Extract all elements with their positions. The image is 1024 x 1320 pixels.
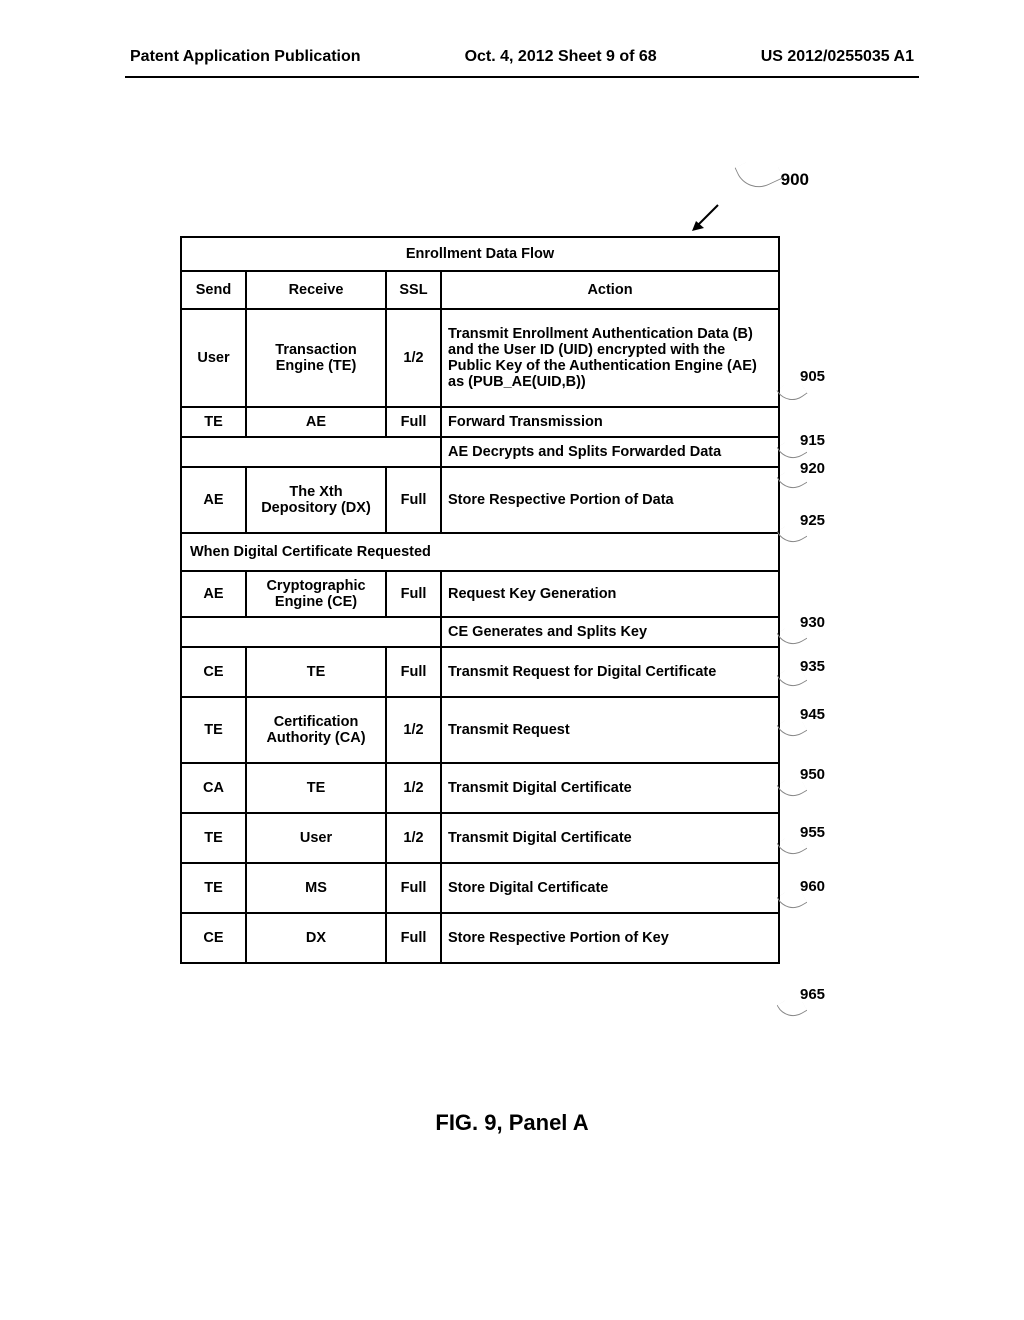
table-title: Enrollment Data Flow — [181, 237, 779, 271]
table-cell: Store Respective Portion of Key — [441, 913, 779, 963]
table-cell: Transmit Request for Digital Certificate — [441, 647, 779, 697]
table-cell: 1/2 — [386, 813, 441, 863]
callout-925: 925 — [800, 512, 825, 529]
table-cell: DX — [246, 913, 386, 963]
col-receive: Receive — [246, 271, 386, 309]
header-center: Oct. 4, 2012 Sheet 9 of 68 — [465, 48, 657, 66]
header-right: US 2012/0255035 A1 — [761, 48, 914, 66]
table-cell: Store Digital Certificate — [441, 863, 779, 913]
table-cell: CE — [181, 913, 246, 963]
figure-number: 900 — [781, 170, 809, 190]
callout-930: 930 — [800, 614, 825, 631]
table-cell: Store Respective Portion of Data — [441, 467, 779, 533]
callout-945: 945 — [800, 706, 825, 723]
table-cell: Transmit Enrollment Authentication Data … — [441, 309, 779, 407]
figure-caption: FIG. 9, Panel A — [0, 1110, 1024, 1136]
table-cell: CE Generates and Splits Key — [441, 617, 779, 647]
col-action: Action — [441, 271, 779, 309]
table-cell: AE — [181, 571, 246, 617]
table-cell: TE — [181, 863, 246, 913]
table-cell: Full — [386, 407, 441, 437]
callout-905: 905 — [800, 368, 825, 385]
table-cell: CA — [181, 763, 246, 813]
table-cell: AE Decrypts and Splits Forwarded Data — [441, 437, 779, 467]
table-cell: Full — [386, 647, 441, 697]
table-cell: CE — [181, 647, 246, 697]
leader-curve-icon — [734, 151, 783, 195]
table-cell: Full — [386, 913, 441, 963]
enrollment-table: Enrollment Data Flow Send Receive SSL Ac… — [180, 236, 780, 964]
col-send: Send — [181, 271, 246, 309]
callout-915: 915 — [800, 432, 825, 449]
header-rule — [125, 76, 919, 78]
table-cell: Full — [386, 467, 441, 533]
table-cell: Transaction Engine (TE) — [246, 309, 386, 407]
callout-960: 960 — [800, 878, 825, 895]
table-cell: TE — [246, 647, 386, 697]
table-cell: Transmit Request — [441, 697, 779, 763]
table-cell: Certification Authority (CA) — [246, 697, 386, 763]
table-cell: User — [246, 813, 386, 863]
table-cell: 1/2 — [386, 697, 441, 763]
table-cell: Request Key Generation — [441, 571, 779, 617]
table-cell: Full — [386, 571, 441, 617]
table-cell: Full — [386, 863, 441, 913]
table-cell: TE — [181, 697, 246, 763]
figure-number-callout: 900 — [739, 170, 809, 190]
callout-965: 965 — [800, 986, 825, 1003]
table-cell: AE — [246, 407, 386, 437]
table-cell: MS — [246, 863, 386, 913]
table-cell: 1/2 — [386, 763, 441, 813]
table-cell: User — [181, 309, 246, 407]
section-header: When Digital Certificate Requested — [181, 533, 779, 571]
header-left: Patent Application Publication — [130, 48, 361, 66]
table-cell: AE — [181, 467, 246, 533]
table-cell: TE — [181, 407, 246, 437]
callout-920: 920 — [800, 460, 825, 477]
table-cell: TE — [181, 813, 246, 863]
table-cell: 1/2 — [386, 309, 441, 407]
table-cell: Transmit Digital Certificate — [441, 763, 779, 813]
callout-935: 935 — [800, 658, 825, 675]
table-cell: Forward Transmission — [441, 407, 779, 437]
table-cell: Transmit Digital Certificate — [441, 813, 779, 863]
table-cell-merged-blank — [181, 617, 441, 647]
table-cell: The Xth Depository (DX) — [246, 467, 386, 533]
table-cell: Cryptographic Engine (CE) — [246, 571, 386, 617]
col-ssl: SSL — [386, 271, 441, 309]
arrow-down-icon — [688, 203, 724, 233]
table-cell: TE — [246, 763, 386, 813]
page-header: Patent Application Publication Oct. 4, 2… — [0, 0, 1024, 76]
callout-955: 955 — [800, 824, 825, 841]
table-cell-merged-blank — [181, 437, 441, 467]
callout-950: 950 — [800, 766, 825, 783]
